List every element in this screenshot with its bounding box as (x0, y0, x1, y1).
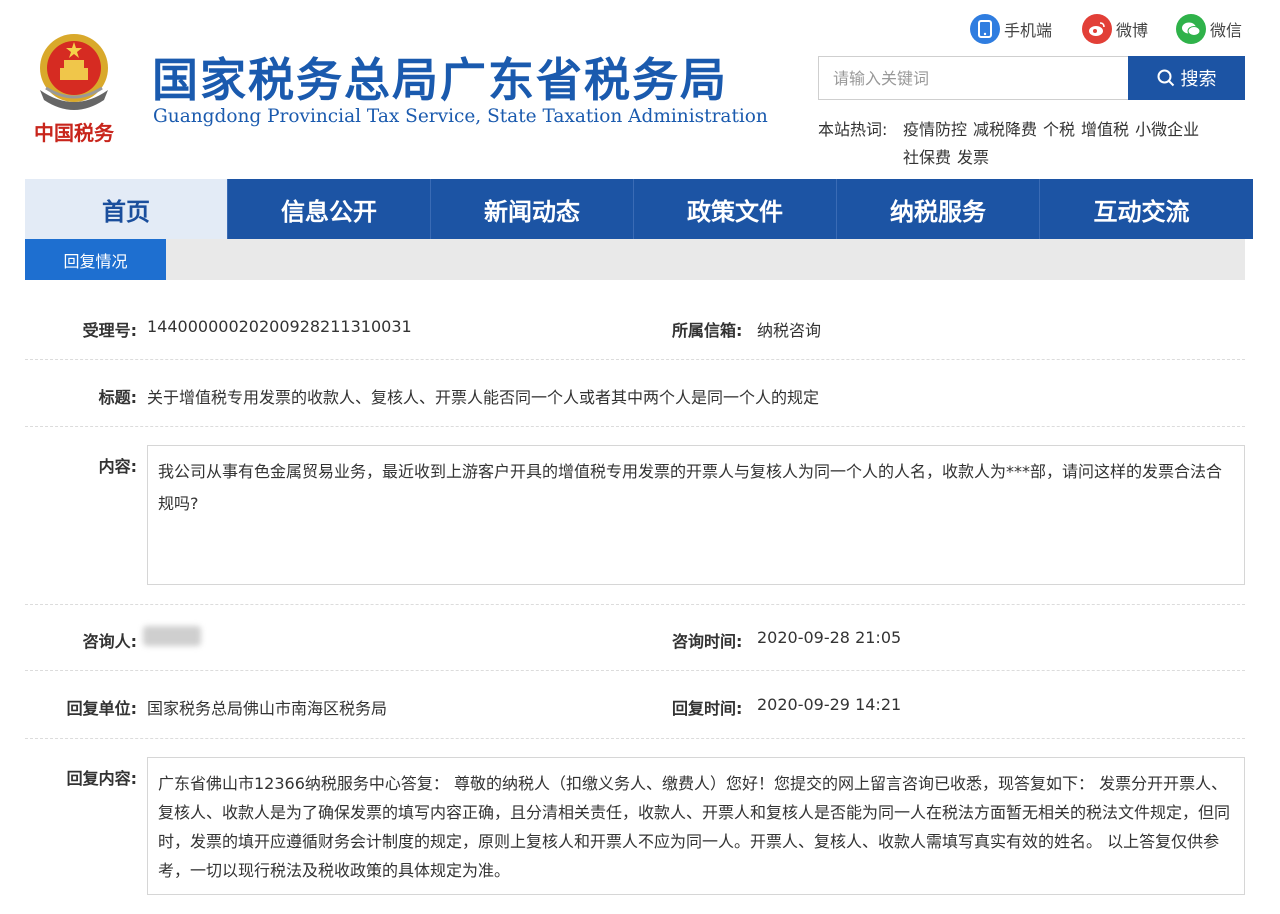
hot-word-link[interactable]: 发票 (957, 148, 989, 167)
row-accept-no: 受理号: 14400000020200928211310031 所属信箱: 纳税… (25, 290, 1245, 360)
asker-blurred-name (143, 626, 201, 646)
content-label: 内容: (98, 457, 137, 476)
nav-info-disclosure[interactable]: 信息公开 (228, 179, 431, 239)
hot-words-list: 疫情防控 减税降费 个税 增值税 小微企业社保费 发票 (903, 116, 1243, 172)
reply-unit-label: 回复单位: (66, 699, 137, 718)
row-asker: 咨询人: 咨询时间: 2020-09-28 21:05 (25, 605, 1245, 671)
accept-no-value: 14400000020200928211310031 (147, 317, 412, 336)
mailbox-value: 纳税咨询 (757, 321, 822, 340)
wechat-icon (1176, 14, 1206, 44)
mobile-link[interactable]: 手机端 (970, 14, 1052, 44)
nav-interaction[interactable]: 互动交流 (1040, 179, 1243, 239)
tab-reply-status[interactable]: 回复情况 (25, 239, 166, 280)
nav-tax-service[interactable]: 纳税服务 (837, 179, 1040, 239)
asker-label: 咨询人: (82, 632, 137, 651)
hot-word-link[interactable]: 社保费 (903, 148, 951, 167)
hot-word-link[interactable]: 小微企业 (1135, 120, 1199, 139)
mobile-icon (970, 14, 1000, 44)
content-box: 我公司从事有色金属贸易业务，最近收到上游客户开具的增值税专用发票的开票人与复核人… (147, 445, 1245, 585)
reply-content-label: 回复内容: (66, 769, 137, 788)
site-title-en: Guangdong Provincial Tax Service, State … (153, 106, 768, 127)
site-title[interactable]: 国家税务总局广东省税务局 (152, 44, 728, 110)
main-nav: 首页 信息公开 新闻动态 政策文件 纳税服务 互动交流 (25, 179, 1253, 239)
site-header: 中国税务 国家税务总局广东省税务局 Guangdong Provincial T… (0, 0, 1280, 178)
row-reply-content: 回复内容: 广东省佛山市12366纳税服务中心答复： 尊敬的纳税人（扣缴义务人、… (25, 739, 1245, 907)
mailbox-label: 所属信箱: (672, 321, 743, 340)
search-button-label: 搜索 (1180, 69, 1217, 90)
reply-time-value: 2020-09-29 14:21 (757, 695, 902, 714)
search-input[interactable] (818, 56, 1130, 100)
ask-time-value: 2020-09-28 21:05 (757, 628, 902, 647)
hot-word-link[interactable]: 减税降费 (973, 120, 1037, 139)
title-value: 关于增值税专用发票的收款人、复核人、开票人能否同一个人或者其中两个人是同一个人的… (147, 388, 820, 407)
nav-home[interactable]: 首页 (25, 179, 228, 239)
wechat-link[interactable]: 微信 (1176, 14, 1242, 44)
ask-time-label: 咨询时间: (672, 632, 743, 651)
hot-word-link[interactable]: 疫情防控 (903, 120, 967, 139)
weibo-label: 微博 (1116, 21, 1149, 40)
accept-no-label: 受理号: (82, 321, 137, 340)
weibo-link[interactable]: 微博 (1082, 14, 1148, 44)
mobile-label: 手机端 (1004, 21, 1053, 40)
row-reply-unit: 回复单位: 国家税务总局佛山市南海区税务局 回复时间: 2020-09-29 1… (25, 671, 1245, 739)
search-button[interactable]: 搜索 (1128, 56, 1245, 100)
nav-news[interactable]: 新闻动态 (431, 179, 634, 239)
reply-content-box: 广东省佛山市12366纳税服务中心答复： 尊敬的纳税人（扣缴义务人、缴费人）您好… (147, 757, 1245, 895)
nav-policy[interactable]: 政策文件 (634, 179, 837, 239)
hot-words-label: 本站热词: (818, 120, 888, 139)
national-emblem-logo[interactable]: 中国税务 (26, 28, 122, 152)
weibo-icon (1082, 14, 1112, 44)
row-title: 标题: 关于增值税专用发票的收款人、复核人、开票人能否同一个人或者其中两个人是同… (25, 360, 1245, 427)
sub-tab-bar: 回复情况 (25, 239, 1245, 280)
logo-text: 中国税务 (34, 121, 115, 145)
wechat-label: 微信 (1210, 21, 1243, 40)
row-content: 内容: 我公司从事有色金属贸易业务，最近收到上游客户开具的增值税专用发票的开票人… (25, 427, 1245, 605)
search-icon (1157, 69, 1174, 87)
hot-word-link[interactable]: 增值税 (1081, 120, 1129, 139)
reply-unit-value: 国家税务总局佛山市南海区税务局 (147, 699, 388, 718)
reply-time-label: 回复时间: (672, 699, 743, 718)
title-label: 标题: (98, 388, 137, 407)
hot-word-link[interactable]: 个税 (1043, 120, 1075, 139)
